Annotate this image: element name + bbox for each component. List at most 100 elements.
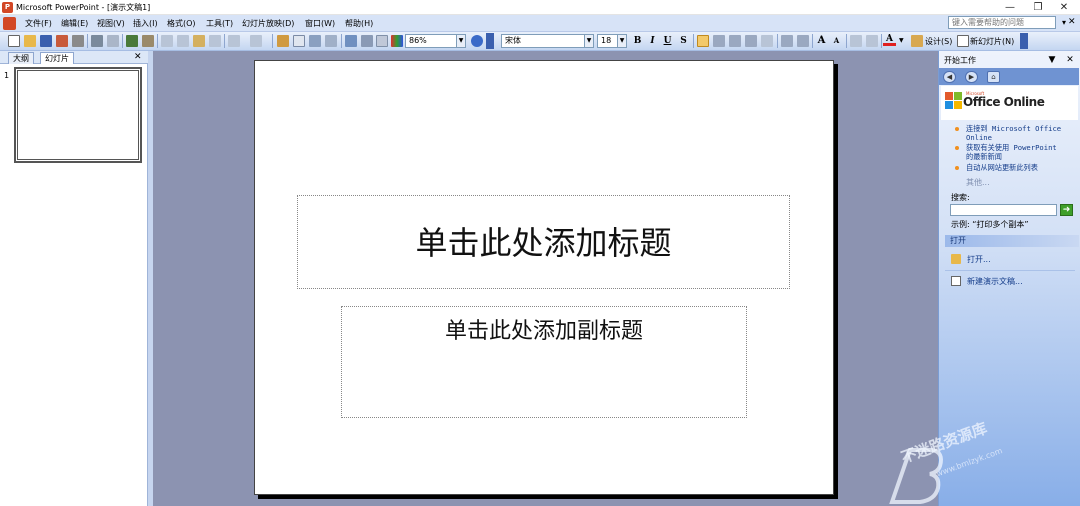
title-placeholder[interactable]: 单击此处添加标题 (297, 195, 790, 289)
email-icon[interactable] (72, 35, 84, 47)
menu-bar (0, 15, 1080, 32)
toolbar-separator (87, 34, 88, 48)
menu-view[interactable]: 视图(V) (97, 18, 125, 29)
font-color-dropdown-arrow[interactable]: ▼ (899, 37, 904, 44)
show-formatting-icon[interactable] (361, 35, 373, 47)
open-file-link[interactable]: 打开... (967, 254, 991, 265)
menu-edit[interactable]: 编辑(E) (61, 18, 88, 29)
italic-button[interactable]: I (646, 34, 659, 48)
design-icon[interactable] (911, 35, 923, 47)
print-icon[interactable] (91, 35, 103, 47)
bullets-icon[interactable] (797, 35, 809, 47)
minimize-button[interactable]: — (996, 0, 1024, 15)
research-icon[interactable] (142, 35, 154, 47)
toolbar-options-icon[interactable] (1020, 33, 1028, 49)
menu-format[interactable]: 格式(O) (167, 18, 196, 29)
tab-slides[interactable]: 幻灯片 (40, 52, 74, 64)
document-icon[interactable] (3, 17, 16, 30)
insert-table-icon[interactable] (293, 35, 305, 47)
zoom-combo[interactable]: 86% (405, 34, 461, 48)
restore-button[interactable]: ❐ (1024, 0, 1052, 15)
format-painter-icon[interactable] (209, 35, 221, 47)
zoom-dropdown-arrow[interactable]: ▼ (456, 34, 466, 48)
search-label: 搜索: (951, 193, 970, 202)
font-dropdown-arrow[interactable]: ▼ (584, 34, 594, 48)
decrease-font-size-button[interactable]: A (830, 34, 843, 48)
link-more[interactable]: 其他... (966, 177, 990, 188)
paste-icon[interactable] (193, 35, 205, 47)
subtitle-placeholder[interactable]: 单击此处添加副标题 (341, 306, 747, 418)
link-latest-news[interactable]: 获取有关使用 PowerPoint (966, 143, 1057, 152)
link-connect-office-online[interactable]: 连接到 Microsoft Office (966, 124, 1061, 133)
link-latest-news-line2[interactable]: 的最新新闻 (966, 152, 1002, 161)
new-slide-icon[interactable] (957, 35, 969, 47)
align-left-icon[interactable] (697, 35, 709, 47)
open-icon[interactable] (24, 35, 36, 47)
decrease-indent-icon[interactable] (850, 35, 862, 47)
increase-indent-icon[interactable] (866, 35, 878, 47)
permission-icon[interactable] (56, 35, 68, 47)
menu-tools[interactable]: 工具(T) (206, 18, 233, 29)
design-button[interactable]: 设计(S) (925, 36, 952, 47)
font-combo[interactable]: 宋体 (501, 34, 589, 48)
numbering-icon[interactable] (781, 35, 793, 47)
insert-diagram-icon[interactable] (325, 35, 337, 47)
redo-icon[interactable] (250, 35, 262, 47)
underline-button[interactable]: U (661, 34, 674, 48)
cut-icon[interactable] (161, 35, 173, 47)
new-slide-button[interactable]: 新幻灯片(N) (970, 36, 1014, 47)
back-icon[interactable]: ◀ (943, 71, 956, 83)
task-search-input[interactable] (950, 204, 1057, 216)
close-document-button[interactable]: ✕ (1068, 16, 1080, 29)
align-right-icon[interactable] (729, 35, 741, 47)
menu-insert[interactable]: 插入(I) (133, 18, 158, 29)
window-title: Microsoft PowerPoint - [演示文稿1] (16, 3, 151, 12)
link-auto-update[interactable]: 自动从网站更新此列表 (966, 163, 1038, 172)
open-section-header: 打开 (945, 235, 1079, 247)
toolbar-separator (881, 34, 882, 48)
increase-font-size-button[interactable]: A (815, 34, 828, 48)
font-size-combo[interactable]: 18 (597, 34, 619, 48)
task-pane-close-button[interactable]: ✕ (1064, 54, 1076, 66)
insert-chart-icon[interactable] (277, 35, 289, 47)
powerpoint-app-icon[interactable]: P (2, 2, 13, 13)
forward-icon[interactable]: ▶ (965, 71, 978, 83)
new-icon[interactable] (8, 35, 20, 47)
help-icon[interactable] (471, 35, 483, 47)
office-online-logo[interactable]: Office Online (963, 95, 1045, 109)
close-pane-button[interactable]: ✕ (134, 51, 144, 63)
tables-borders-icon[interactable] (309, 35, 321, 47)
shadow-button[interactable]: S (677, 34, 690, 48)
align-center-icon[interactable] (713, 35, 725, 47)
close-window-button[interactable]: ✕ (1050, 0, 1078, 15)
copy-icon[interactable] (177, 35, 189, 47)
menu-help[interactable]: 帮助(H) (345, 18, 373, 29)
font-size-dropdown-arrow[interactable]: ▼ (617, 34, 627, 48)
search-go-arrow-icon[interactable]: ➜ (1060, 204, 1073, 216)
menu-window[interactable]: 窗口(W) (305, 18, 335, 29)
task-pane-menu-arrow[interactable]: ▼ (1046, 54, 1058, 66)
justify-icon[interactable] (745, 35, 757, 47)
save-icon[interactable] (40, 35, 52, 47)
distribute-icon[interactable] (761, 35, 773, 47)
toolbar-separator (157, 34, 158, 48)
home-icon[interactable]: ⌂ (987, 71, 1000, 83)
tab-outline[interactable]: 大纲 (8, 52, 34, 64)
bold-button[interactable]: B (631, 34, 644, 48)
grid-icon[interactable] (376, 35, 388, 47)
toolbar-options-icon[interactable] (486, 33, 494, 49)
new-presentation-link[interactable]: 新建演示文稿... (967, 276, 1023, 287)
title-bar (0, 0, 1080, 15)
menu-slideshow[interactable]: 幻灯片放映(D) (242, 18, 294, 29)
help-search-input[interactable]: 键入需要帮助的问题 (948, 16, 1056, 29)
spelling-icon[interactable] (126, 35, 138, 47)
expand-all-icon[interactable] (345, 35, 357, 47)
print-preview-icon[interactable] (107, 35, 119, 47)
menu-file[interactable]: 文件(F) (25, 18, 52, 29)
link-connect-office-online-line2[interactable]: Online (966, 133, 992, 142)
toolbar-separator (846, 34, 847, 48)
color-grayscale-icon[interactable] (391, 35, 403, 47)
toolbar-separator (777, 34, 778, 48)
undo-icon[interactable] (228, 35, 240, 47)
font-color-button[interactable]: A (883, 34, 896, 46)
